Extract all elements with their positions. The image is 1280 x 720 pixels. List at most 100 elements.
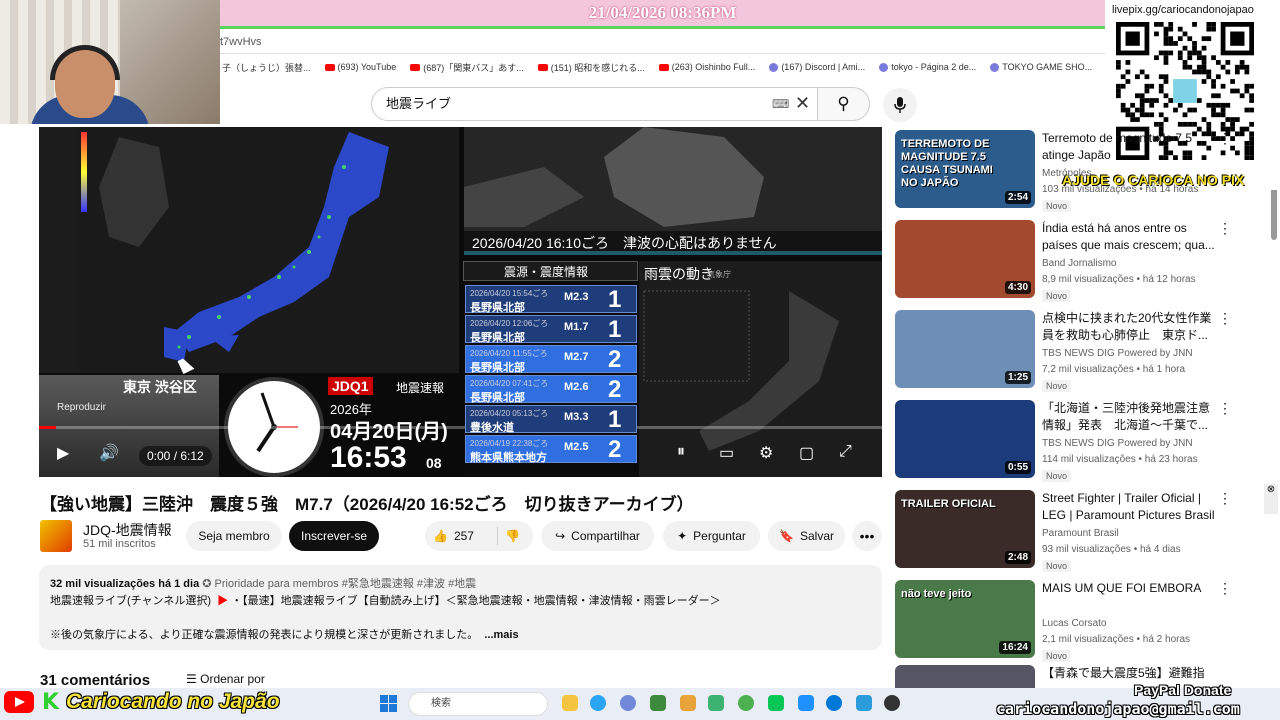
search-input[interactable]: 地震ライブ: [371, 87, 818, 121]
quake-mag: M1.7: [564, 321, 589, 333]
play-tooltip: Reproduzir: [57, 402, 106, 413]
hashtags[interactable]: #緊急地震速報 #津波 #地震: [342, 578, 476, 590]
channel-name[interactable]: JDQ-地震情報: [83, 520, 172, 540]
radar-title: 雨雲の動き: [644, 266, 714, 282]
app-icon[interactable]: [798, 695, 814, 711]
bookmark-item[interactable]: (151) 昭和を感じれる...: [537, 61, 645, 74]
notepad-icon[interactable]: [856, 695, 872, 711]
bookmark-item[interactable]: tokyo - Página 2 de...: [879, 62, 976, 72]
app-icon[interactable]: [650, 695, 666, 711]
folder-icon[interactable]: [680, 695, 696, 711]
captions-icon[interactable]: ▭: [719, 443, 734, 463]
description-link[interactable]: ・【最速】地震速報ライブ【自動読み上げ】＜緊急地震速報・地震情報・津波情報・雨雲…: [231, 595, 721, 607]
bookmark-item[interactable]: (263) Oishinbo Full...: [658, 62, 755, 72]
video-thumbnail[interactable]: 4:30: [895, 220, 1035, 298]
video-thumbnail[interactable]: não teve jeito 16:24: [895, 580, 1035, 658]
bookmark-label: (151) 昭和を感じれる...: [550, 62, 645, 73]
line-icon[interactable]: [768, 695, 784, 711]
members-priority-icon: ✪: [202, 578, 215, 590]
recommended-meta: 114 mil visualizações • há 23 horas: [1042, 454, 1198, 465]
volume-icon[interactable]: 🔊: [99, 443, 119, 463]
video-thumbnail[interactable]: [895, 665, 1035, 688]
quake-mag: M2.3: [564, 291, 589, 303]
app-icon[interactable]: [708, 695, 724, 711]
video-duration: 1:25: [1004, 371, 1031, 384]
chrome-icon[interactable]: [590, 695, 606, 711]
bookmark-item[interactable]: (167) Discord | Ami...: [769, 62, 865, 72]
recommended-video[interactable]: 4:30 Índia está há anos entre os países q…: [895, 220, 1255, 302]
recommended-video[interactable]: 【青森で最大震度5強】避難指: [895, 665, 1255, 688]
more-options-icon[interactable]: ⋮: [1218, 400, 1232, 417]
contact-email: cariocandonojapao@gmail.com: [996, 700, 1240, 718]
recommended-video[interactable]: 0:55 「北海道・三陸沖後発地震注意情報」発表 北海道〜千葉で... TBS NE…: [895, 400, 1255, 482]
more-options-icon[interactable]: ⋮: [1218, 130, 1232, 147]
voice-search-button[interactable]: [883, 88, 917, 122]
join-button[interactable]: Seja membro: [186, 521, 282, 551]
youtube-logo-icon: [4, 691, 34, 713]
bookmark-icon: 🔖: [779, 529, 794, 543]
subscribe-button[interactable]: Inscrever-se: [289, 521, 379, 551]
quake-shindo: 1: [608, 406, 622, 433]
quake-row: 2026/04/19 22:38ごろ 熊本県熊本地方 M2.5 2: [465, 435, 637, 464]
save-button[interactable]: 🔖 Salvar: [768, 521, 845, 551]
generic-icon: [879, 62, 889, 72]
description-text-2: 地震速報ライブ(チャンネル選択): [50, 595, 211, 607]
play-icon[interactable]: ▶: [57, 443, 69, 463]
recommended-video[interactable]: não teve jeito 16:24 MAIS UM QUE FOI EMBOR…: [895, 580, 1255, 662]
windows-logo-tile: [389, 695, 397, 703]
search-button[interactable]: ⚲: [818, 87, 870, 121]
progress-bar[interactable]: [39, 426, 882, 429]
chrome-active-icon[interactable]: [738, 695, 754, 711]
recommended-channel: Paramount Brasil: [1042, 528, 1119, 539]
more-actions-button[interactable]: •••: [852, 521, 882, 551]
clear-search-icon[interactable]: ✕: [795, 93, 810, 114]
taskbar-search[interactable]: 検索: [408, 692, 548, 716]
video-thumbnail[interactable]: TERREMOTO DE MAGNITUDE 7.5 CAUSA TSUNAMI…: [895, 130, 1035, 208]
quake-mag: M2.7: [564, 351, 589, 363]
more-options-icon[interactable]: ⋮: [1218, 310, 1232, 327]
quake-place: 豊後水道: [470, 422, 514, 434]
bookmark-item[interactable]: (687)「関東バス」あす...: [410, 61, 524, 74]
show-more-link[interactable]: ...mais: [484, 629, 518, 641]
video-player[interactable]: 2026/04/20 16:10ごろ 津波の心配はありません 震源・震度情報 雨…: [39, 127, 882, 477]
thumbs-down-icon[interactable]: 👎: [505, 529, 520, 543]
japan-seismic-map: [39, 127, 459, 373]
recommended-title: Street Fighter | Trailer Oficial | LEG |…: [1042, 491, 1215, 522]
theater-mode-icon[interactable]: ▢: [799, 443, 814, 463]
video-thumbnail[interactable]: 1:25: [895, 310, 1035, 388]
sort-comments-button[interactable]: ☰ Ordenar por: [186, 672, 265, 686]
bookmark-item[interactable]: (693) YouTube: [324, 62, 396, 72]
settings-gear-icon[interactable]: ⚙: [759, 443, 773, 463]
more-options-icon[interactable]: ⋮: [1218, 580, 1232, 597]
progress-fill: [39, 426, 56, 429]
bookmark-label: tokyo - Página 2 de...: [891, 62, 977, 72]
discord-icon[interactable]: [620, 695, 636, 711]
jdq-date: 04月20日(月): [330, 421, 448, 443]
recommended-video[interactable]: TERREMOTO DE MAGNITUDE 7.5 CAUSA TSUNAMI…: [895, 130, 1255, 212]
file-explorer-icon[interactable]: [562, 695, 578, 711]
edge-icon[interactable]: [826, 695, 842, 711]
quake-row: 2026/04/20 05:13ごろ 豊後水道 M3.3 1: [465, 405, 637, 434]
side-panel-close-icon[interactable]: ⊗: [1264, 484, 1278, 514]
ask-button[interactable]: ✦ Perguntar: [663, 521, 760, 551]
video-thumbnail[interactable]: 0:55: [895, 400, 1035, 478]
more-options-icon[interactable]: ⋮: [1218, 490, 1232, 507]
pause-icon[interactable]: ⏸: [677, 443, 685, 461]
share-button[interactable]: ↪ Compartilhar: [541, 521, 654, 551]
description-box[interactable]: 32 mil visualizações há 1 dia ✪ Priorida…: [39, 565, 882, 650]
keyboard-icon[interactable]: ⌨: [772, 97, 789, 111]
recommended-video[interactable]: 1:25 点検中に挟まれた20代女性作業員を救助も心肺停止 東京ド... TBS N…: [895, 310, 1255, 392]
new-badge: Novo: [1042, 470, 1072, 482]
obs-icon[interactable]: [884, 695, 900, 711]
bookmarks-bar: 子（しょうじ）張替... (693) YouTube (687)「関東バス」あす..…: [210, 56, 1110, 78]
channel-avatar[interactable]: [40, 520, 72, 552]
address-bar[interactable]: t7wvHvs: [220, 30, 1105, 54]
video-thumbnail[interactable]: TRAILER OFICIAL 2:48: [895, 490, 1035, 568]
like-button[interactable]: 👍 257 👎: [425, 521, 533, 551]
windows-start-icon[interactable]: [380, 695, 397, 712]
more-options-icon[interactable]: ⋮: [1218, 220, 1232, 237]
fullscreen-icon[interactable]: ⤢: [839, 443, 852, 461]
bookmark-item[interactable]: TOKYO GAME SHO...: [990, 62, 1092, 72]
recommended-video[interactable]: TRAILER OFICIAL 2:48 Street Fighter | Trai…: [895, 490, 1255, 572]
bookmark-item[interactable]: 子（しょうじ）張替...: [210, 61, 311, 74]
